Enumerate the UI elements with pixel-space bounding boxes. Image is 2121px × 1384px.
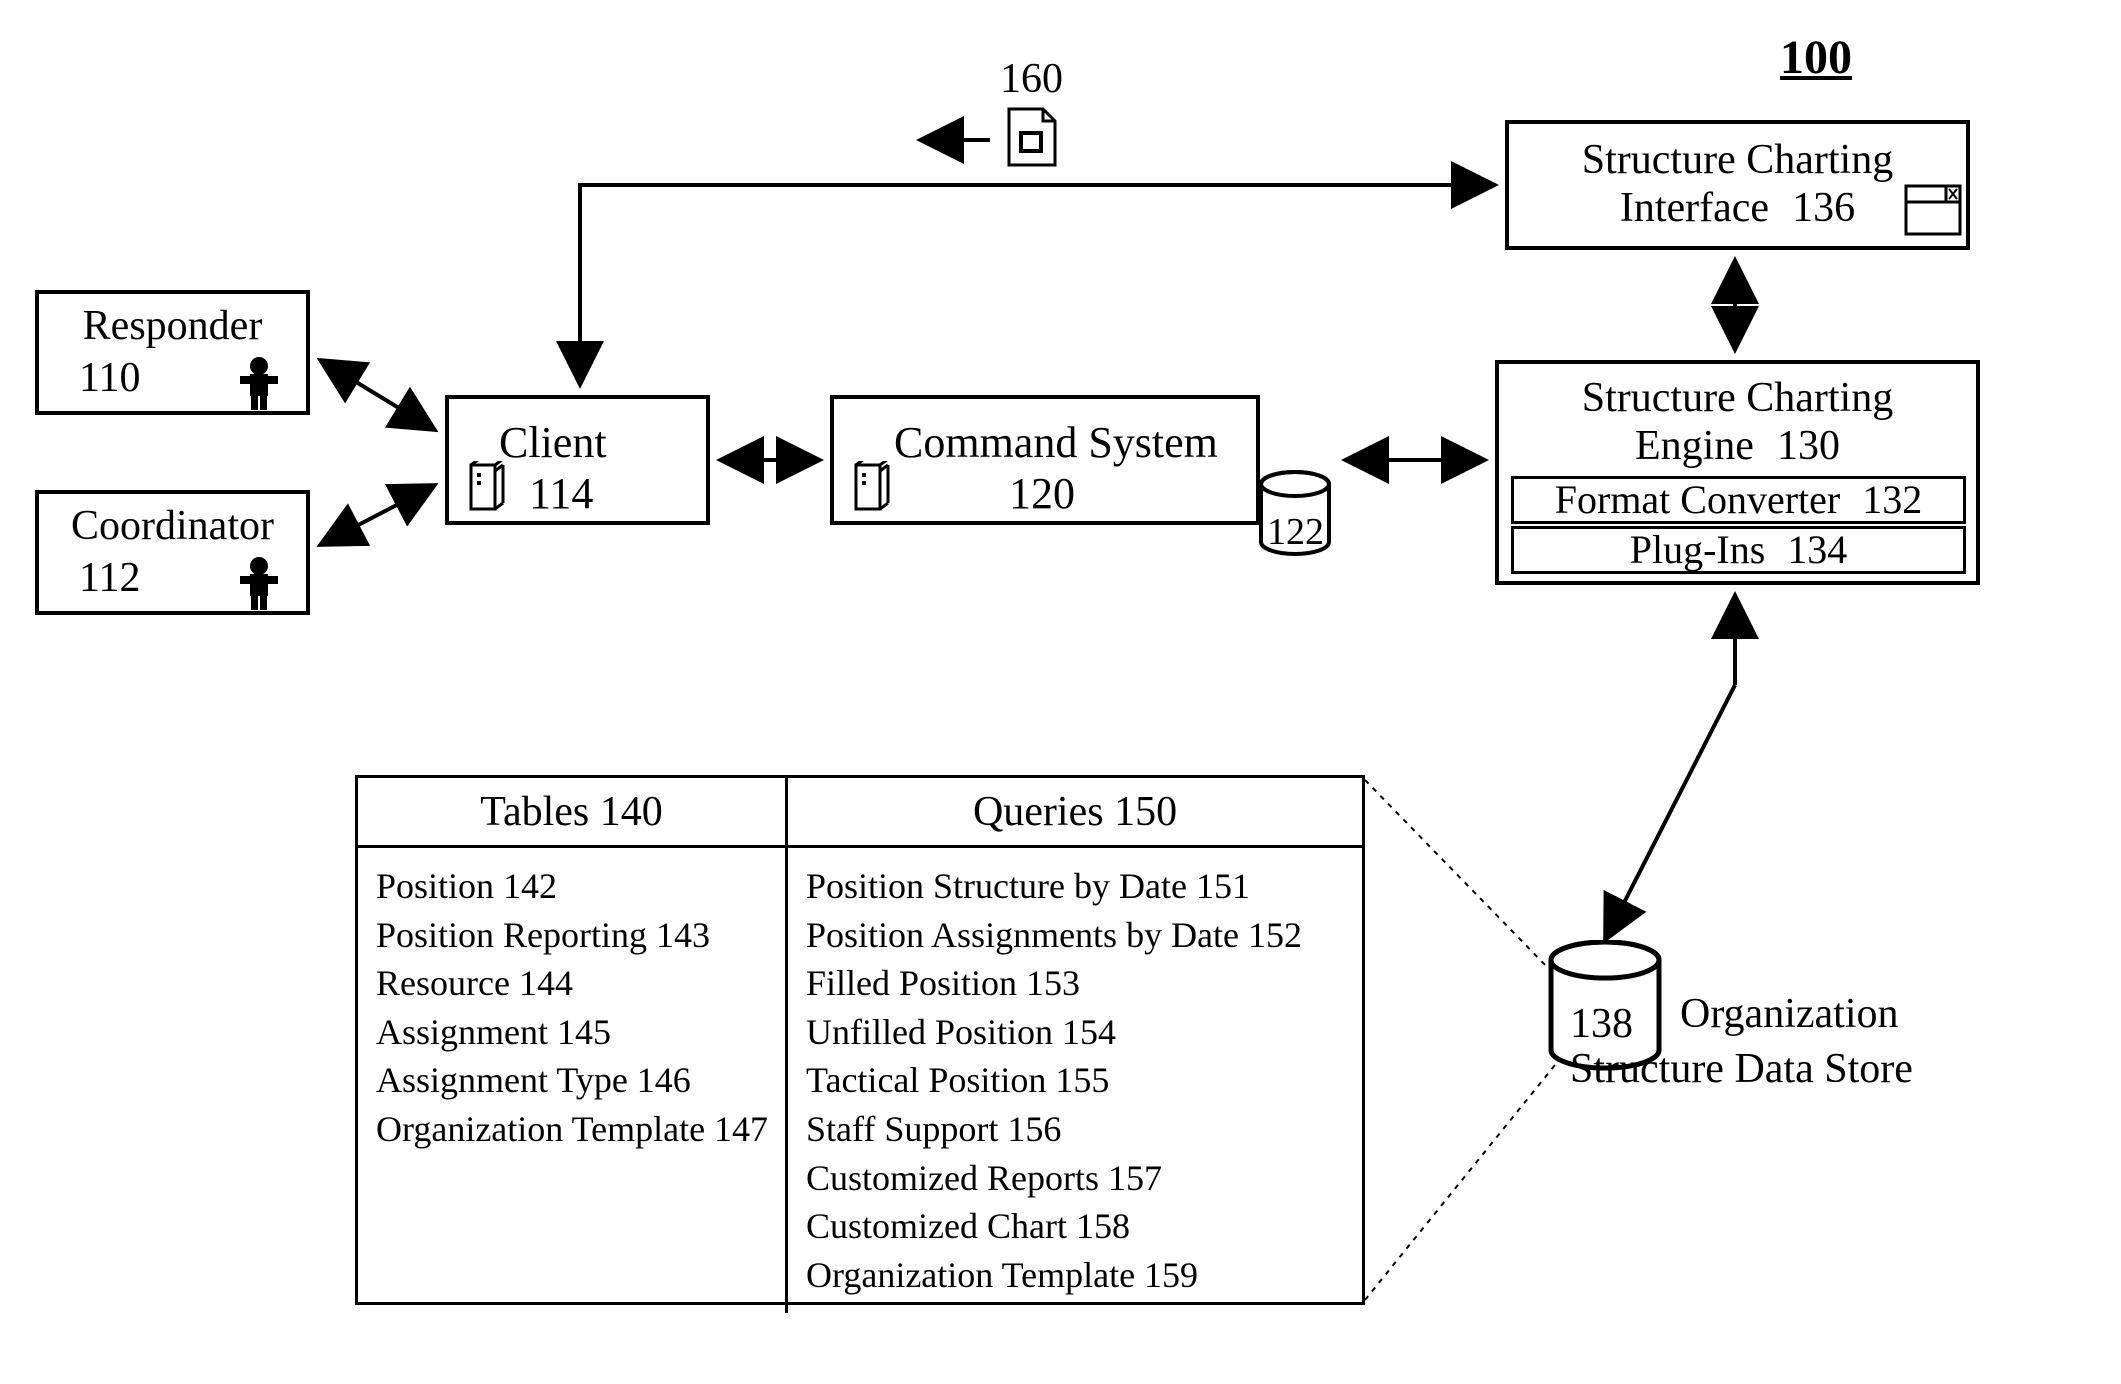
- queries-row: Organization Template 159: [806, 1251, 1344, 1300]
- format-converter-number: 132: [1862, 477, 1922, 522]
- tables-row: Position Reporting 143: [376, 911, 767, 960]
- org-db-number: 138: [1570, 1000, 1633, 1048]
- client-label: Client: [499, 418, 607, 467]
- charting-engine-line2: Engine: [1635, 423, 1754, 469]
- responder-label: Responder: [39, 294, 306, 350]
- tables-header: Tables 140: [358, 778, 788, 848]
- document-icon: [1005, 105, 1060, 170]
- tables-row: Position 142: [376, 862, 767, 911]
- coordinator-label: Coordinator: [39, 494, 306, 550]
- tables-row: Organization Template 147: [376, 1105, 767, 1154]
- charting-interface-box: Structure Charting Interface 136: [1505, 120, 1970, 250]
- queries-row: Position Assignments by Date 152: [806, 911, 1344, 960]
- tables-row: Resource 144: [376, 959, 767, 1008]
- org-store-label-1: Organization: [1680, 990, 1899, 1038]
- charting-interface-line2: Interface: [1620, 185, 1769, 231]
- tables-body: Position 142Position Reporting 143Resour…: [358, 848, 788, 1313]
- server-icon: [852, 461, 892, 516]
- tables-row: Assignment 145: [376, 1008, 767, 1057]
- person-icon: [234, 556, 284, 611]
- charting-engine-line1: Structure Charting: [1582, 375, 1893, 421]
- doc-number: 160: [1000, 55, 1063, 103]
- dotted-top: [1365, 780, 1550, 970]
- queries-header: Queries 150: [788, 778, 1362, 848]
- charting-interface-line1: Structure Charting: [1582, 137, 1893, 183]
- command-system-box: Command System 120: [830, 395, 1260, 525]
- queries-row: Unfilled Position 154: [806, 1008, 1344, 1057]
- charting-engine-box: Structure Charting Engine 130 Format Con…: [1495, 360, 1980, 585]
- tables-row: Assignment Type 146: [376, 1056, 767, 1105]
- command-system-label: Command System: [894, 418, 1218, 467]
- plugins-label: Plug-Ins: [1630, 527, 1766, 572]
- coordinator-box: Coordinator 112: [35, 490, 310, 615]
- person-icon: [234, 356, 284, 411]
- client-box: Client 114: [445, 395, 710, 525]
- queries-row: Tactical Position 155: [806, 1056, 1344, 1105]
- org-store-label-2: Structure Data Store: [1570, 1045, 1913, 1093]
- client-number: 114: [529, 469, 593, 518]
- queries-row: Customized Chart 158: [806, 1202, 1344, 1251]
- queries-row: Staff Support 156: [806, 1105, 1344, 1154]
- command-system-number: 120: [1009, 469, 1075, 518]
- arrow-responder-client: [320, 360, 435, 430]
- figure-number: 100: [1780, 30, 1852, 85]
- coordinator-number: 112: [79, 555, 140, 601]
- queries-row: Filled Position 153: [806, 959, 1344, 1008]
- arrow-client-interface: [580, 185, 1495, 385]
- dotted-bottom: [1365, 1065, 1555, 1300]
- plugins-number: 134: [1787, 527, 1847, 572]
- window-icon: [1904, 184, 1962, 236]
- queries-row: Customized Reports 157: [806, 1154, 1344, 1203]
- charting-engine-number: 130: [1777, 423, 1840, 469]
- plugins-box: Plug-Ins 134: [1511, 526, 1966, 574]
- command-db-number: 122: [1267, 510, 1324, 554]
- server-icon: [467, 461, 507, 516]
- queries-body: Position Structure by Date 151Position A…: [788, 848, 1362, 1313]
- charting-interface-number: 136: [1792, 185, 1855, 231]
- format-converter-label: Format Converter: [1555, 477, 1841, 522]
- tables-queries-panel: Tables 140 Queries 150 Position 142Posit…: [355, 775, 1365, 1305]
- responder-number: 110: [79, 355, 140, 401]
- arrow-engine-datastore: [1605, 685, 1735, 940]
- queries-row: Position Structure by Date 151: [806, 862, 1344, 911]
- responder-box: Responder 110: [35, 290, 310, 415]
- arrow-coordinator-client: [320, 485, 435, 545]
- format-converter-box: Format Converter 132: [1511, 476, 1966, 524]
